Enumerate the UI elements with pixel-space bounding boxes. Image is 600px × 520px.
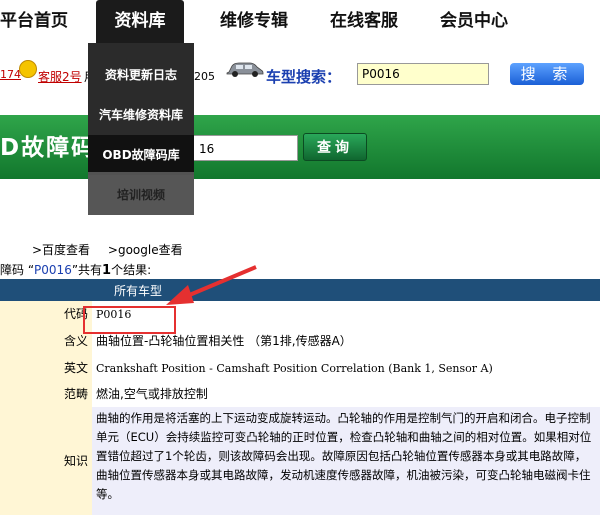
table-row-knowledge: 知识 曲轴的作用是将活塞的上下运动变成旋转运动。凸轮轴的作用是控制气门的开启和闭…: [0, 407, 600, 515]
qq-icon[interactable]: [19, 60, 37, 78]
table-header-bar: [0, 279, 600, 301]
nav-repair-album[interactable]: 维修专辑: [220, 0, 288, 43]
scope-value: 燃油,空气或排放控制: [96, 387, 208, 401]
baidu-link[interactable]: >百度查看: [32, 243, 90, 257]
result-suffix: 个结果:: [111, 263, 152, 277]
nav-home[interactable]: 平台首页: [0, 0, 68, 43]
result-code: P0016: [34, 263, 72, 277]
top-nav: 平台首页 资料库 维修专辑 在线客服 会员中心: [0, 0, 600, 43]
result-count: 1: [102, 263, 112, 278]
result-prefix: 障码 “: [0, 263, 35, 277]
table-row-english: 英文 Crankshaft Position - Camshaft Positi…: [0, 355, 600, 382]
table-header-all-models: 所有车型: [114, 284, 163, 298]
car-icon: [226, 62, 264, 77]
code-label: 代码: [0, 301, 92, 328]
dropdown-item-update-log[interactable]: 资料更新日志: [88, 55, 194, 95]
service-number-link[interactable]: 174: [0, 68, 21, 81]
nav-library[interactable]: 资料库: [96, 0, 184, 43]
nav-online-service[interactable]: 在线客服: [330, 0, 398, 43]
meaning-label: 含义: [0, 328, 92, 355]
dropdown-item-training-video[interactable]: 培训视频: [88, 175, 194, 215]
result-summary: 障码 “P0016”共有1个结果:: [0, 261, 151, 278]
obd-title: D故障码: [0, 135, 97, 161]
english-label: 英文: [0, 355, 92, 382]
nav-member-center[interactable]: 会员中心: [440, 0, 508, 43]
knowledge-value: 曲轴的作用是将活塞的上下运动变成旋转运动。凸轮轴的作用是控制气门的开启和闭合。电…: [92, 407, 600, 515]
car-search-input[interactable]: P0016: [357, 63, 489, 85]
query-button[interactable]: 查询: [303, 133, 367, 161]
dropdown-item-obd-library[interactable]: OBD故障码库: [88, 135, 194, 175]
red-arrow-icon: [166, 265, 257, 305]
scope-label: 范畴: [0, 382, 92, 407]
table-row-scope: 范畴 燃油,空气或排放控制: [0, 382, 600, 407]
dropdown-item-repair-library[interactable]: 汽车维修资料库: [88, 95, 194, 135]
english-value: Crankshaft Position - Camshaft Position …: [96, 362, 493, 375]
result-middle: ”共有: [71, 263, 103, 277]
car-search-label: 车型搜索：: [266, 68, 342, 86]
customer-service-2-link[interactable]: 客服2号: [38, 68, 82, 85]
service-partial-number: 205: [194, 70, 215, 83]
obd-code-input[interactable]: 16: [190, 135, 298, 161]
knowledge-label: 知识: [0, 407, 92, 515]
search-button[interactable]: 搜 索: [510, 63, 584, 85]
